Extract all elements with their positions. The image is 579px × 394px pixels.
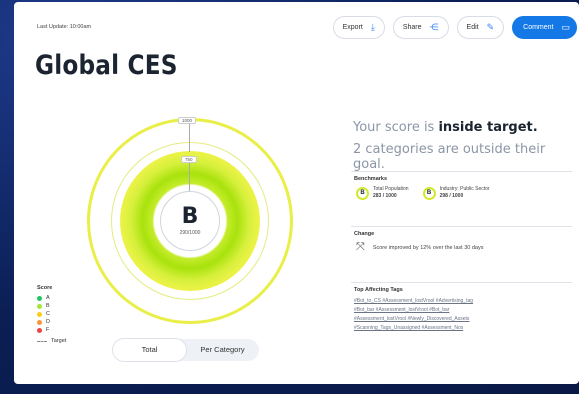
- tag-line[interactable]: #Bot_to_CS #Assessment_lostVrool #Advert…: [354, 297, 572, 306]
- benchmark-value: 283 / 1000: [373, 193, 397, 199]
- dashboard-card: Last Update: 10:00am Global CES Export ⤓…: [14, 2, 579, 384]
- summary-headline: Your score is inside target.: [353, 120, 538, 135]
- comment-icon: ▭: [561, 22, 570, 32]
- legend-item: B: [37, 302, 66, 310]
- legend-dot: [37, 311, 42, 317]
- benchmark-item: B Industry: Public Sector 298 / 1000: [422, 186, 490, 200]
- share-icon: ⋲: [429, 22, 439, 32]
- share-label: Share: [402, 24, 422, 31]
- legend-label: A: [46, 295, 50, 301]
- legend-dot: [37, 319, 42, 325]
- tag-line[interactable]: #Scanning_Tags_Unassigned #Assessment_No…: [354, 324, 572, 333]
- export-button[interactable]: Export ⤓: [332, 16, 385, 39]
- edit-button[interactable]: Edit ✎: [456, 16, 505, 39]
- benchmarks-panel: Benchmarks B Total Population 283 / 1000…: [351, 171, 572, 223]
- score-grade: B: [181, 204, 199, 229]
- comment-button[interactable]: Comment ▭: [512, 16, 577, 39]
- legend-dot: [37, 327, 42, 333]
- toolbar: Export ⤓ Share ⋲ Edit ✎ Comment ▭: [332, 16, 577, 39]
- tick-line-mid: [189, 162, 190, 191]
- score-gauge: 1000 750 B 290/1000: [87, 117, 293, 324]
- download-icon: ⤓: [370, 22, 375, 32]
- legend-item: F: [37, 326, 66, 334]
- benchmark-grade: B: [422, 186, 436, 200]
- legend-label: B: [46, 303, 50, 309]
- last-update-text: Last Update: 10:00am: [37, 24, 92, 30]
- legend-item: C: [37, 310, 66, 318]
- score-center: B 290/1000: [160, 191, 220, 251]
- change-panel: Change ⤧ Score improved by 12% over the …: [351, 226, 572, 278]
- legend-dot: [37, 303, 42, 309]
- benchmark-text: Total Population 283 / 1000: [373, 186, 409, 200]
- edit-label: Edit: [466, 24, 479, 31]
- tick-max: 1000: [178, 117, 197, 124]
- view-toggle: Total Per Category: [113, 339, 259, 361]
- legend-item: A: [37, 294, 66, 302]
- change-row: ⤧ Score improved by 12% over the last 30…: [356, 241, 572, 254]
- summary-prefix: Your score is: [353, 120, 439, 135]
- tag-line[interactable]: #Bot_bar #Assessment_lostVrool #Bot_bar: [354, 306, 572, 315]
- tags-panel: Top Affecting Tags #Bot_to_CS #Assessmen…: [351, 282, 572, 352]
- benchmark-name: Total Population: [373, 186, 409, 192]
- legend-label: F: [46, 327, 50, 333]
- legend-target: Target: [37, 337, 66, 345]
- tick-mid: 750: [181, 156, 197, 163]
- score-legend: Score A B C D F Target: [37, 285, 66, 345]
- summary-subline: 2 categories are outside their goal.: [353, 142, 546, 172]
- benchmarks-list: B Total Population 283 / 1000 B Industry…: [356, 186, 572, 200]
- legend-label: D: [46, 319, 50, 325]
- benchmark-name: Industry: Public Sector: [439, 186, 490, 192]
- benchmark-grade: B: [356, 186, 369, 200]
- page-title: Global CES: [35, 50, 178, 81]
- tags-title: Top Affecting Tags: [354, 287, 403, 293]
- tags-list: #Bot_to_CS #Assessment_lostVrool #Advert…: [354, 297, 572, 333]
- change-title: Change: [354, 231, 375, 237]
- summary-status: inside target.: [438, 120, 538, 135]
- export-label: Export: [342, 24, 363, 31]
- pencil-icon: ✎: [486, 22, 495, 32]
- benchmark-text: Industry: Public Sector 298 / 1000: [440, 186, 490, 200]
- tag-line[interactable]: #Assessment_lostVrool #Newly_Discovered_…: [354, 315, 572, 324]
- share-button[interactable]: Share ⋲: [392, 16, 449, 39]
- benchmark-item: B Total Population 283 / 1000: [356, 186, 409, 200]
- benchmarks-title: Benchmarks: [354, 176, 388, 182]
- toggle-per-category[interactable]: Per Category: [186, 339, 259, 361]
- expand-arrows-icon: ⤧: [356, 241, 365, 253]
- legend-title: Score: [37, 285, 53, 291]
- tick-line-max: [189, 122, 190, 152]
- change-text: Score improved by 12% over the last 30 d…: [372, 244, 484, 251]
- legend-target-label: Target: [51, 338, 67, 344]
- legend-item: D: [37, 318, 66, 326]
- target-dash-icon: [37, 340, 47, 342]
- benchmark-value: 298 / 1000: [439, 193, 464, 199]
- legend-dot: [37, 295, 42, 301]
- toggle-total[interactable]: Total: [113, 339, 186, 361]
- comment-label: Comment: [523, 24, 554, 31]
- legend-label: C: [46, 311, 50, 317]
- score-value: 290/1000: [179, 230, 201, 236]
